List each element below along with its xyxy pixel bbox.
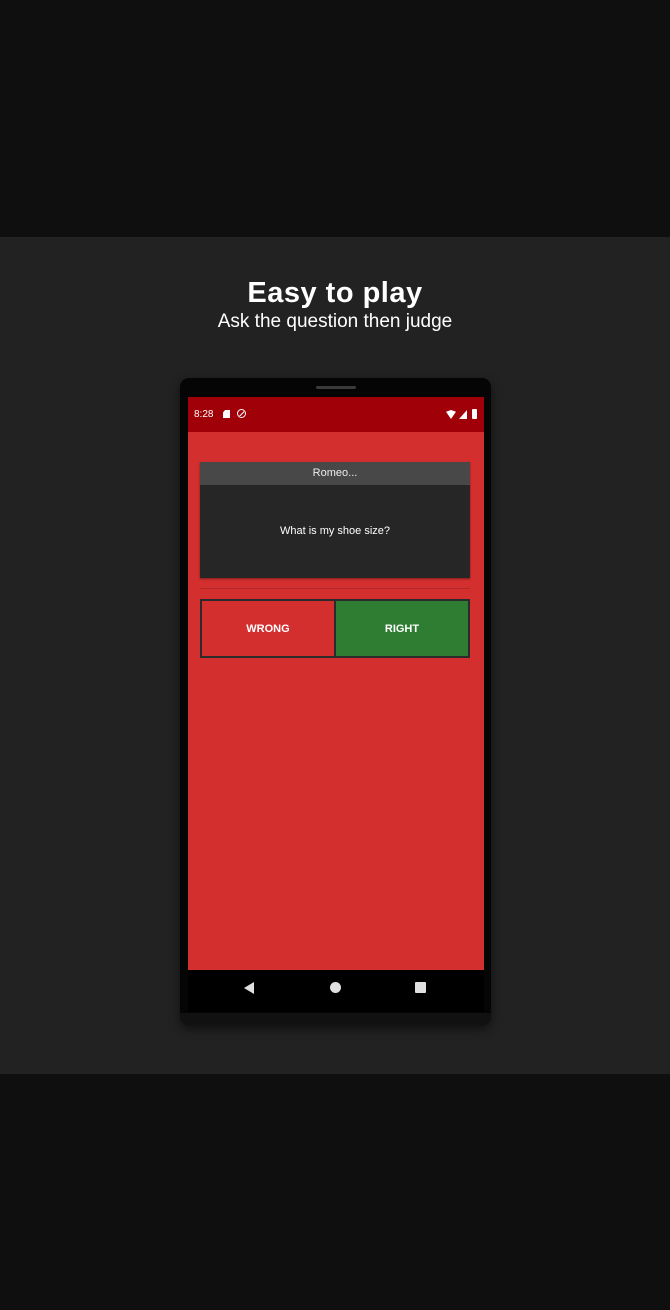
- right-button[interactable]: RIGHT: [336, 601, 468, 656]
- battery-icon: [472, 409, 477, 419]
- status-time: 8:28: [194, 409, 214, 420]
- wifi-icon: [446, 410, 456, 419]
- question-text: What is my shoe size?: [279, 525, 391, 537]
- promo-headline: Easy to play: [247, 277, 423, 309]
- signal-icon: [459, 410, 467, 419]
- answer-buttons: WRONG RIGHT: [200, 599, 470, 658]
- recents-icon[interactable]: [415, 982, 426, 993]
- phone-speaker: [316, 386, 356, 389]
- player-name: Romeo...: [200, 462, 470, 485]
- promo-page: Easy to play Ask the question then judge…: [0, 0, 670, 1310]
- app-screen: 8:28 Romeo... What is my shoe size? WRON…: [188, 397, 484, 970]
- phone-frame: 8:28 Romeo... What is my shoe size? WRON…: [180, 378, 491, 1025]
- phone-bottom: [180, 1013, 491, 1025]
- wrong-button[interactable]: WRONG: [202, 601, 336, 656]
- back-icon[interactable]: [244, 982, 254, 994]
- divider: [200, 588, 470, 589]
- nav-bar: [188, 970, 484, 1012]
- promo-subline: Ask the question then judge: [217, 311, 453, 332]
- status-bar: 8:28: [188, 397, 484, 432]
- question-card: Romeo... What is my shoe size?: [200, 462, 470, 578]
- sync-icon: [237, 409, 246, 418]
- sd-card-icon: [223, 410, 230, 418]
- home-icon[interactable]: [330, 982, 341, 993]
